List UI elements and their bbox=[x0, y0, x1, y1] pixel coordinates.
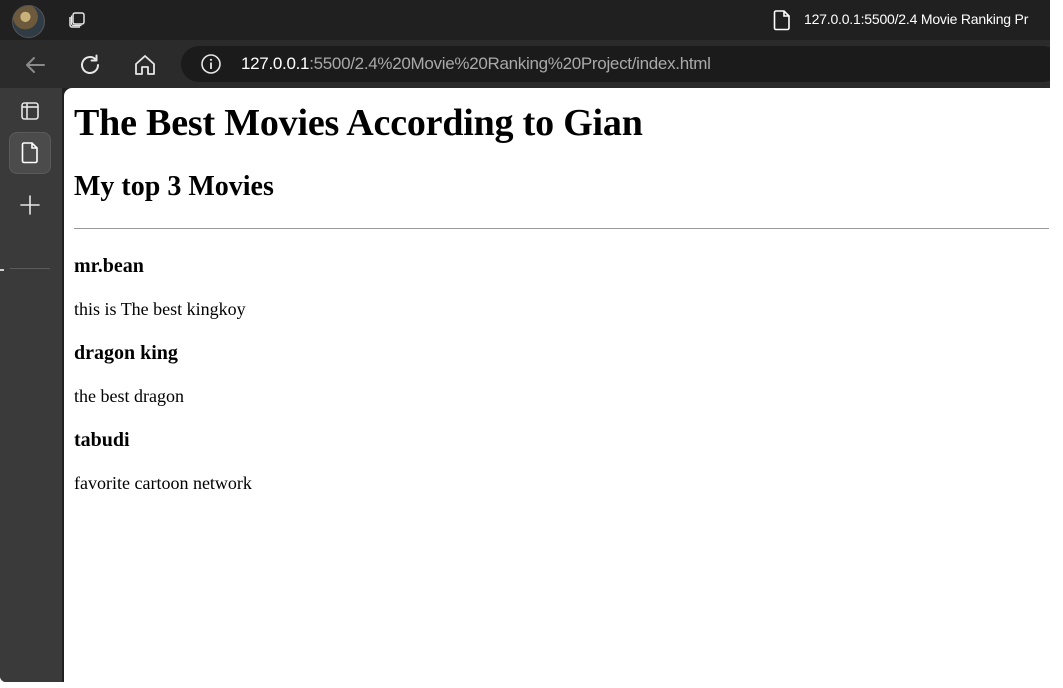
movie-entry: dragon king the best dragon bbox=[74, 340, 1054, 407]
movie-title: tabudi bbox=[74, 429, 130, 451]
profile-avatar[interactable] bbox=[12, 5, 45, 38]
movie-description: favorite cartoon network bbox=[74, 473, 252, 493]
address-url[interactable]: 127.0.0.1:5500/2.4%20Movie%20Ranking%20P… bbox=[241, 54, 711, 74]
page-subtitle: My top 3 Movies bbox=[74, 171, 274, 202]
page-title: The Best Movies According to Gian bbox=[74, 102, 643, 144]
movie-title: dragon king bbox=[74, 342, 178, 364]
vertical-tabs-icon[interactable] bbox=[9, 90, 51, 132]
url-path: :5500/2.4%20Movie%20Ranking%20Project/in… bbox=[309, 54, 711, 73]
page-content: The Best Movies According to Gian My top… bbox=[74, 88, 1054, 494]
document-icon bbox=[772, 9, 792, 31]
movie-entry: mr.bean this is The best kingkoy bbox=[74, 253, 1054, 320]
url-host: 127.0.0.1 bbox=[241, 54, 310, 73]
back-arrow-icon[interactable] bbox=[22, 52, 48, 78]
home-icon[interactable] bbox=[132, 52, 158, 78]
tabs-icon[interactable] bbox=[66, 9, 88, 31]
vertical-tab-sidebar bbox=[0, 88, 62, 682]
reload-icon[interactable] bbox=[77, 52, 103, 78]
tab-title[interactable]: 127.0.0.1:5500/2.4 Movie Ranking Pr bbox=[804, 11, 1028, 27]
plus-icon[interactable] bbox=[9, 184, 51, 226]
info-icon[interactable] bbox=[200, 53, 222, 75]
sidebar-divider bbox=[10, 268, 50, 269]
active-tab-indicator bbox=[0, 269, 4, 271]
page-icon[interactable] bbox=[9, 132, 51, 174]
page-viewport: The Best Movies According to Gian My top… bbox=[64, 88, 1063, 688]
horizontal-rule bbox=[74, 228, 1049, 229]
movie-description: this is The best kingkoy bbox=[74, 299, 246, 319]
movie-title: mr.bean bbox=[74, 255, 144, 277]
movie-entry: tabudi favorite cartoon network bbox=[74, 427, 1054, 494]
movie-description: the best dragon bbox=[74, 386, 184, 406]
